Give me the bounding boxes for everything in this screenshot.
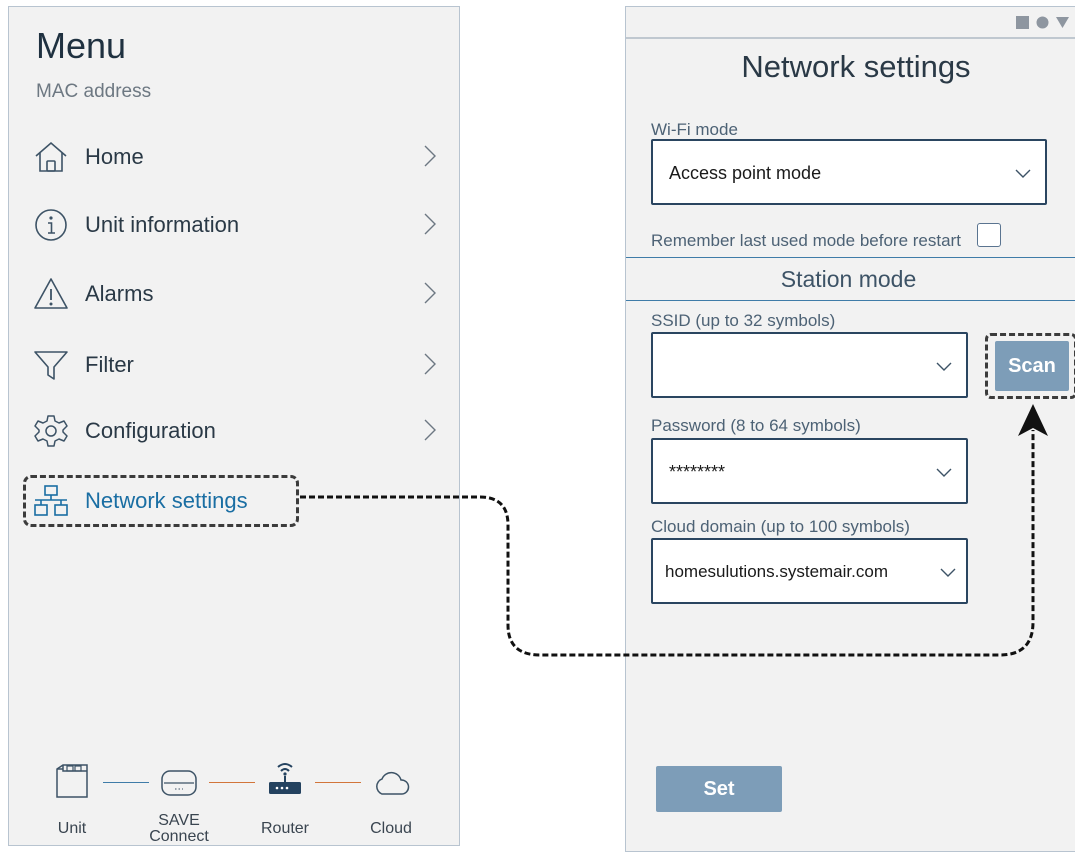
menu-title: Menu [36, 25, 127, 66]
cloud-icon [376, 771, 410, 795]
sidebar-item-home[interactable]: Home [25, 132, 445, 182]
cloud-domain-field[interactable]: homesulutions.systemair.com [651, 538, 968, 604]
cloud-label: Cloud [370, 820, 412, 837]
router-label: Router [260, 820, 310, 837]
chevron-down-icon [936, 362, 952, 371]
router-icon [269, 763, 301, 794]
link-save-router [209, 782, 255, 783]
save-connect-icon [161, 770, 197, 796]
title-bar [626, 7, 1075, 39]
menu-panel: Menu MAC address Home Unit information A… [8, 6, 460, 846]
password-value: ******** [669, 462, 726, 482]
save-connect-label: SAVE Connect [134, 813, 224, 845]
chevron-down-icon [1015, 169, 1031, 178]
link-router-cloud [315, 782, 361, 783]
sidebar-item-label: Filter [85, 352, 134, 377]
save-connect-label-line2: Connect [149, 828, 209, 845]
sidebar-item-label: Alarms [85, 281, 154, 306]
password-field[interactable]: ******** [651, 438, 968, 504]
scan-button[interactable]: Scan [995, 341, 1069, 391]
mac-address-label: MAC address [36, 81, 152, 102]
sidebar-item-label: Unit information [85, 212, 240, 237]
remember-mode-checkbox[interactable] [977, 223, 1001, 247]
page-title: Network settings [741, 49, 971, 84]
alarm-icon [34, 278, 68, 309]
wifi-mode-label: Wi-Fi mode [651, 120, 738, 139]
connection-status-bar: Unit SAVE Connect Router Cloud [9, 755, 461, 845]
password-label: Password (8 to 64 symbols) [651, 416, 861, 435]
chevron-down-icon [936, 468, 952, 477]
sidebar-item-label: Configuration [85, 418, 216, 443]
info-icon [35, 209, 67, 241]
network-settings-highlight [23, 475, 299, 527]
ssid-label: SSID (up to 32 symbols) [651, 311, 836, 330]
sidebar-item-unit-information[interactable]: Unit information [25, 200, 445, 250]
cloud-domain-label: Cloud domain (up to 100 symbols) [651, 517, 910, 536]
ssid-select[interactable] [651, 332, 968, 398]
chevron-right-icon [424, 145, 436, 167]
set-button[interactable]: Set [656, 766, 782, 812]
network-settings-panel: Network settings Wi-Fi mode Access point… [625, 6, 1075, 852]
link-unit-save [103, 782, 149, 783]
chevron-right-icon [424, 419, 436, 441]
sidebar-item-label: Home [85, 144, 144, 169]
sidebar-item-filter[interactable]: Filter [25, 340, 445, 390]
station-mode-header: Station mode [626, 257, 1075, 301]
sidebar-item-configuration[interactable]: Configuration [25, 406, 445, 456]
stop-icon[interactable] [1016, 16, 1029, 29]
wifi-mode-value: Access point mode [669, 163, 822, 183]
triangle-down-icon[interactable] [1056, 16, 1069, 29]
remember-mode-label: Remember last used mode before restart [651, 231, 961, 250]
chevron-down-icon [940, 568, 956, 577]
chevron-right-icon [424, 353, 436, 375]
gear-icon [34, 415, 68, 447]
home-icon [35, 141, 67, 172]
unit-label: Unit [57, 820, 87, 837]
section-title: Station mode [780, 266, 917, 292]
unit-icon [56, 764, 88, 798]
record-icon[interactable] [1036, 16, 1049, 29]
sidebar-item-alarms[interactable]: Alarms [25, 269, 445, 319]
chevron-right-icon [424, 282, 436, 304]
wifi-mode-select[interactable]: Access point mode [651, 139, 1047, 205]
save-connect-label-line1: SAVE [158, 812, 200, 829]
cloud-domain-value: homesulutions.systemair.com [665, 562, 888, 581]
chevron-right-icon [424, 213, 436, 235]
filter-icon [34, 351, 68, 380]
